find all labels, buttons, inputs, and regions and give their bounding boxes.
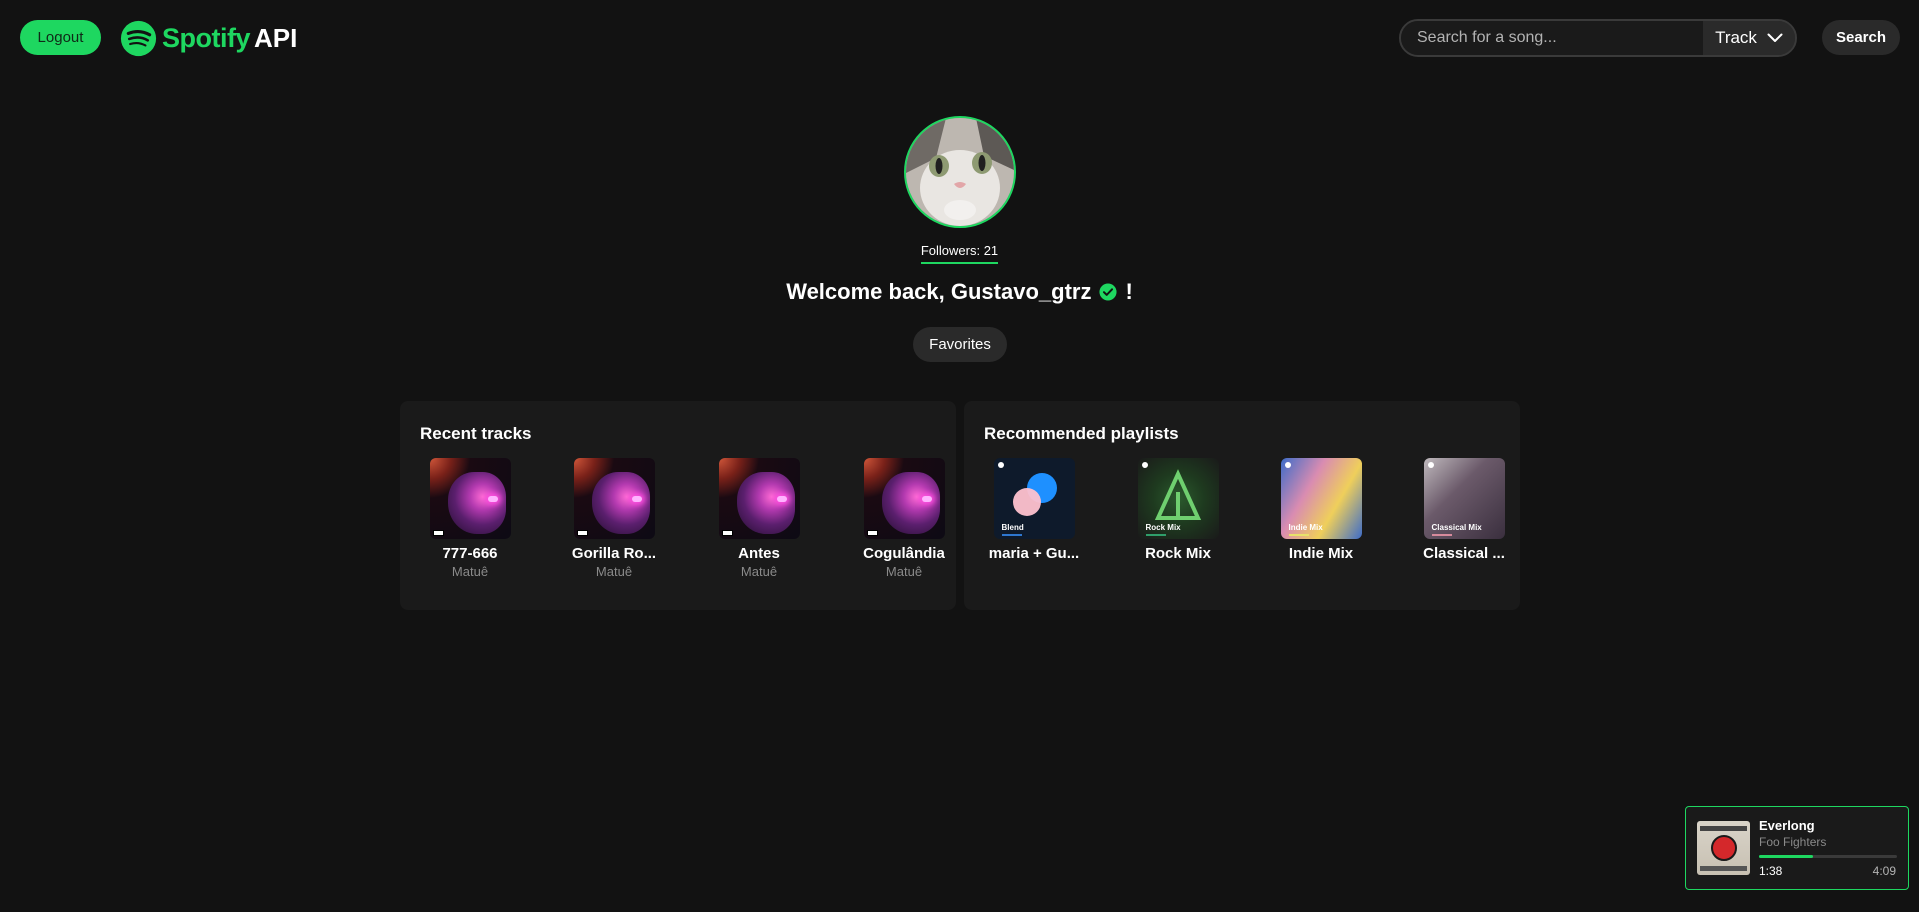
playlist-cover-image: Blend: [993, 458, 1075, 539]
playlist-cover-image: Indie Mix: [1280, 458, 1362, 539]
recent-track-item[interactable]: Antes Matuê: [709, 458, 809, 579]
playlist-accent-bar: [1001, 534, 1022, 536]
track-artist: Matuê: [451, 564, 489, 579]
now-playing-current-time: 1:38: [1759, 864, 1783, 878]
track-artist: Matuê: [885, 564, 923, 579]
playlist-title: maria + Gu...: [988, 545, 1080, 562]
track-cover-image: [573, 458, 655, 539]
search-input[interactable]: [1401, 21, 1703, 55]
search-type-value: Track: [1715, 28, 1757, 47]
now-playing-progress-fill: [1759, 855, 1813, 858]
spotify-logo-icon: [120, 20, 157, 56]
verified-badge-icon: [1099, 283, 1118, 301]
now-playing-artist: Foo Fighters: [1759, 835, 1827, 849]
welcome-exclamation: !: [1125, 279, 1133, 304]
search-type-select[interactable]: Track: [1703, 21, 1795, 55]
logout-button[interactable]: Logout: [20, 20, 101, 55]
recommended-playlists-title: Recommended playlists: [984, 424, 1179, 443]
cat-avatar-image: [906, 118, 1014, 226]
now-playing-widget[interactable]: Everlong Foo Fighters 1:38 4:09: [1685, 806, 1909, 890]
track-artist: Matuê: [595, 564, 633, 579]
playlist-cover-label: Rock Mix: [1145, 523, 1181, 532]
track-title: Gorilla Ro...: [571, 545, 657, 562]
track-cover-image: [863, 458, 945, 539]
playlist-item[interactable]: Rock Mix Rock Mix: [1128, 458, 1228, 562]
track-title: Antes: [738, 545, 780, 562]
track-artist: Matuê: [740, 564, 778, 579]
playlist-item[interactable]: Classical Mix Classical ...: [1414, 458, 1514, 562]
welcome-text: Welcome back, Gustavo_gtrz: [786, 279, 1092, 304]
search-button[interactable]: Search: [1822, 20, 1900, 55]
track-cover-image: [429, 458, 511, 539]
followers-count: Followers: 21: [0, 243, 1919, 264]
recent-track-item[interactable]: Cogulândia Matuê: [854, 458, 954, 579]
now-playing-title: Everlong: [1759, 818, 1815, 833]
recent-tracks-panel: Recent tracks 777-666 Matuê Gorilla Ro..…: [400, 401, 956, 610]
recent-track-item[interactable]: 777-666 Matuê: [420, 458, 520, 579]
profile-avatar: [904, 116, 1016, 228]
welcome-heading: Welcome back, Gustavo_gtrz !: [0, 279, 1919, 305]
chevron-down-icon: [1767, 33, 1783, 42]
track-cover-image: [718, 458, 800, 539]
logo-wordmark: Spotify: [162, 22, 251, 53]
favorites-button[interactable]: Favorites: [913, 327, 1007, 362]
playlist-title: Rock Mix: [1145, 545, 1211, 562]
now-playing-progress-bar[interactable]: [1759, 855, 1897, 858]
recommended-playlists-panel: Recommended playlists Blend maria + Gu..…: [964, 401, 1520, 610]
playlist-item[interactable]: Indie Mix Indie Mix: [1271, 458, 1371, 562]
playlist-cover-label: Classical Mix: [1431, 523, 1482, 532]
playlist-cover-label: Indie Mix: [1288, 523, 1323, 532]
recent-track-item[interactable]: Gorilla Ro... Matuê: [564, 458, 664, 579]
recent-tracks-list: 777-666 Matuê Gorilla Ro... Matuê Antes …: [420, 458, 945, 598]
track-title: Cogulândia: [863, 545, 945, 562]
spotify-api-logo: Spotify API: [120, 19, 297, 57]
playlist-title: Classical ...: [1423, 545, 1505, 562]
logo-suffix: API: [254, 22, 298, 53]
playlist-accent-bar: [1288, 534, 1309, 536]
search-bar: Track: [1399, 19, 1797, 57]
playlist-accent-bar: [1145, 534, 1166, 536]
playlist-cover-image: Classical Mix: [1423, 458, 1505, 539]
playlist-title: Indie Mix: [1288, 545, 1354, 562]
playlist-item[interactable]: Blend maria + Gu...: [984, 458, 1084, 562]
followers-label: Followers: 21: [920, 243, 999, 264]
recent-tracks-title: Recent tracks: [420, 424, 532, 443]
playlist-accent-bar: [1431, 534, 1452, 536]
recommended-playlists-list: Blend maria + Gu... Rock Mix Rock Mix In…: [984, 458, 1505, 598]
track-title: 777-666: [442, 545, 498, 562]
playlist-cover-label: Blend: [1001, 523, 1024, 532]
playlist-cover-image: Rock Mix: [1137, 458, 1219, 539]
top-bar: Logout Spotify API Track Search: [0, 0, 1919, 75]
now-playing-total-time: 4:09: [1872, 864, 1896, 878]
now-playing-cover-image: [1697, 821, 1750, 875]
